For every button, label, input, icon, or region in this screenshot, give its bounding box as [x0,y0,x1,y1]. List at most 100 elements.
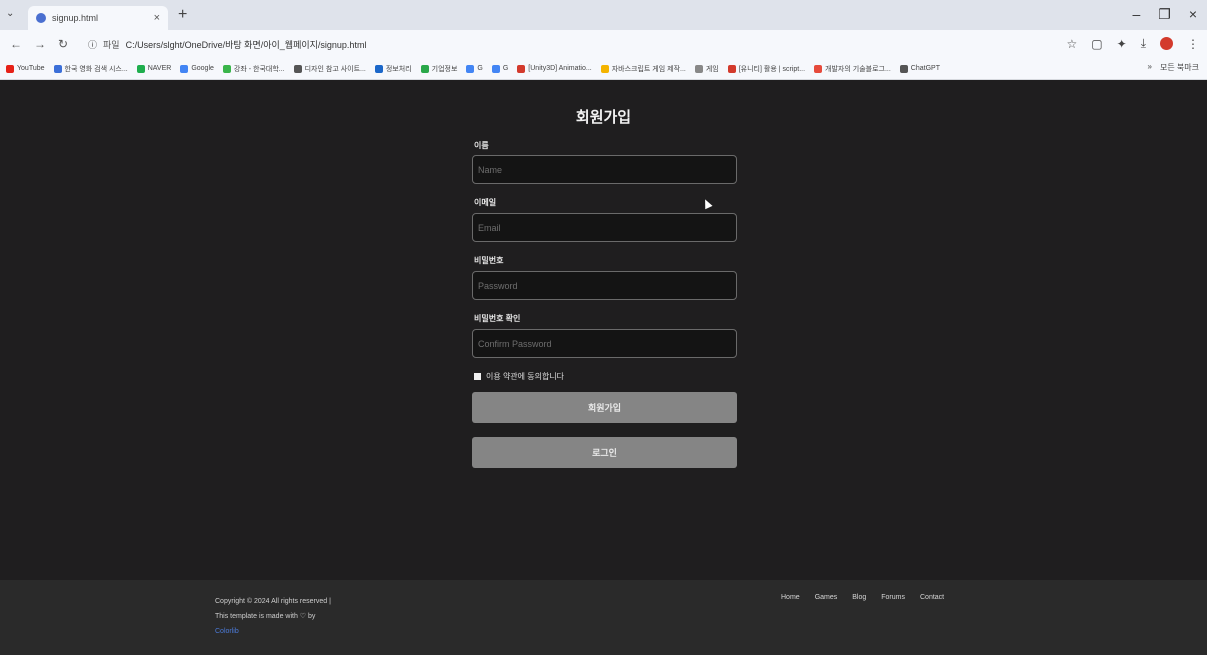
terms-checkbox[interactable] [474,373,481,380]
bookmarks-bar: YouTube 한국 영화 검색 시스... NAVER Google 강좌 - 한국대… [0,58,1207,80]
bookmark-item[interactable]: G [466,64,483,73]
email-label: 이메일 [474,198,497,207]
tab-title: signup.html [52,13,99,23]
terms-label: 이용 약관에 동의합니다 [486,372,565,381]
bookmark-item[interactable]: G [491,64,509,73]
more-bookmarks-icon[interactable]: » [1148,62,1152,73]
bookmark-favicon-icon [53,64,62,73]
bookmark-item[interactable]: 강좌 - 한국대학... [222,64,285,74]
bookmark-label: 자바스크립트 게임 제작... [611,65,686,73]
bookmark-label: 개발자의 기술블로그... [825,65,891,73]
minimize-icon[interactable]: – [1132,6,1140,23]
toolbar-actions: ☆ ▢ ✦ ⤓ ⋮ [1067,36,1199,51]
bookmark-favicon-icon [466,64,475,73]
signup-page: 회원가입 이름 이메일 비밀번호 비밀번호 확인 이용 약관에 동의합니다 회원… [0,80,1207,580]
bookmark-item[interactable]: 디자인 참고 사이트... [293,64,366,74]
reload-icon[interactable]: ↻ [58,37,68,51]
bookmark-label: Google [191,65,214,72]
footer: Copyright © 2024 All rights reserved | T… [0,580,1207,655]
bookmark-favicon-icon [899,64,908,73]
window-controls: – ❐ × [1132,6,1197,23]
bookmark-item[interactable]: 한국 영화 검색 시스... [53,64,128,74]
forward-icon[interactable]: → [34,37,46,51]
close-tab-icon[interactable]: × [154,12,160,24]
bookmarks-bar-right: » 모든 북마크 [1147,62,1199,73]
tab-bar: ⌄ signup.html × + – ❐ × [0,0,1207,30]
footer-link-blog[interactable]: Blog [852,594,866,601]
reading-mode-icon[interactable]: ▢ [1091,37,1102,51]
bookmark-item[interactable]: 정보처리 [374,64,412,74]
confirm-password-input[interactable] [472,329,737,358]
nav-buttons: ← → ↻ [10,37,68,51]
site-info-icon[interactable]: ⓘ [88,38,97,51]
extensions-icon[interactable]: ✦ [1117,37,1127,51]
password-label: 비밀번호 [474,256,504,265]
footer-link-games[interactable]: Games [815,594,838,601]
bookmark-favicon-icon [420,64,429,73]
bookmark-item[interactable]: [Unity3D] Animatio... [517,64,592,73]
bookmark-label: G [502,65,509,72]
maximize-icon[interactable]: ❐ [1158,6,1171,23]
bookmark-item[interactable]: 자바스크립트 게임 제작... [600,64,686,74]
bookmark-label: [Unity3D] Animatio... [528,65,592,72]
bookmark-label: G [477,65,483,72]
bookmark-label: 디자인 참고 사이트... [304,65,366,73]
all-bookmarks-folder[interactable]: 모든 북마크 [1160,62,1199,73]
bookmark-item[interactable]: 게임 [694,64,719,74]
bookmark-favicon-icon [222,64,231,73]
bookmark-favicon-icon [491,64,500,73]
bookmark-item[interactable]: 기업정보 [420,64,458,74]
name-label: 이름 [474,141,489,150]
bookmark-label: [유니티] 활용 | script... [738,65,806,73]
page-title: 회원가입 [575,109,632,126]
bookmark-favicon-icon [374,64,383,73]
password-input[interactable] [472,271,737,300]
copyright-text: Copyright © 2024 All rights reserved | T… [215,594,335,639]
bookmark-item[interactable]: NAVER [136,64,172,73]
bookmark-label: YouTube [17,65,45,72]
back-icon[interactable]: ← [10,37,22,51]
bookmark-label: 정보처리 [385,65,412,73]
menu-icon[interactable]: ⋮ [1187,37,1199,51]
bookmark-label: ChatGPT [910,65,940,72]
new-tab-icon[interactable]: + [178,6,187,24]
bookmark-label: 강좌 - 한국대학... [233,65,285,73]
bookmark-star-icon[interactable]: ☆ [1067,37,1078,51]
bookmark-item[interactable]: Google [180,64,214,73]
footer-link-contact[interactable]: Contact [920,594,944,601]
footer-nav: Home Games Blog Forums Contact [781,594,944,601]
bookmark-label: 기업정보 [431,65,458,73]
copyright-label: Copyright © 2024 All rights reserved | T… [215,598,331,620]
bookmark-item[interactable]: [유니티] 활용 | script... [727,64,806,74]
login-button[interactable]: 로그인 [472,437,737,468]
footer-link-forums[interactable]: Forums [881,594,905,601]
download-icon[interactable]: ⤓ [1141,36,1146,51]
bookmark-favicon-icon [293,64,302,73]
email-input[interactable] [472,213,737,242]
bookmark-label: 게임 [705,65,719,73]
url-text: C:/Users/slght/OneDrive/바탕 화면/아이_웹페이지/si… [125,39,367,50]
profile-avatar[interactable] [1160,37,1173,50]
bookmark-label: NAVER [147,65,172,72]
bookmark-favicon-icon [727,64,736,73]
footer-link-home[interactable]: Home [781,594,800,601]
url-scheme-label: 파일 [103,39,120,50]
terms-agree: 이용 약관에 동의합니다 [474,371,564,382]
close-window-icon[interactable]: × [1189,6,1197,23]
bookmark-item[interactable]: 개발자의 기술블로그... [814,64,891,74]
bookmark-item[interactable]: YouTube [6,64,45,73]
bookmark-favicon-icon [600,64,609,73]
signup-button[interactable]: 회원가입 [472,392,737,423]
tab-search-icon[interactable]: ⌄ [6,8,14,19]
colorlib-link[interactable]: Colorlib [215,628,239,635]
name-input[interactable] [472,155,737,184]
bookmark-favicon-icon [814,64,823,73]
bookmark-favicon-icon [180,64,189,73]
mouse-cursor-icon [701,197,713,210]
bookmark-favicon-icon [136,64,145,73]
bookmark-item[interactable]: ChatGPT [899,64,940,73]
tab-favicon-icon [36,13,46,23]
bookmark-favicon-icon [694,64,703,73]
url-field[interactable]: ⓘ 파일 C:/Users/slght/OneDrive/바탕 화면/아이_웹페… [84,34,1044,54]
browser-tab[interactable]: signup.html × [28,6,168,30]
